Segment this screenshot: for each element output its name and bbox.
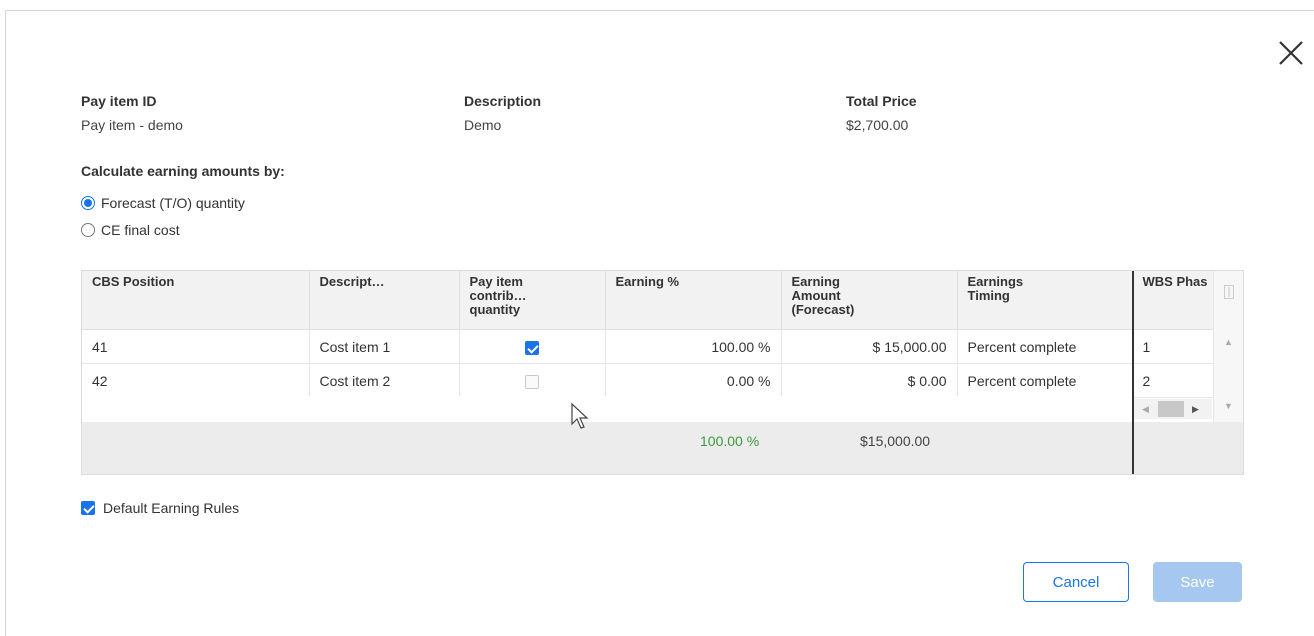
- radio-forecast-quantity[interactable]: Forecast (T/O) quantity: [81, 195, 245, 211]
- column-menu-icon[interactable]: [1224, 285, 1234, 299]
- default-earning-rules-label: Default Earning Rules: [103, 500, 240, 516]
- earning-table: CBS Position Descript… Pay item contrib… q…: [82, 271, 1219, 398]
- totals-row: [82, 422, 1243, 474]
- col-header-earnings-timing[interactable]: Earnings Timing: [957, 271, 1133, 330]
- cell-cbs[interactable]: 41: [82, 329, 310, 364]
- table-row[interactable]: 41 Cost item 1 100.00 % $ 15,000.00 Perc…: [82, 329, 1219, 364]
- col-header-description[interactable]: Descript…: [309, 271, 460, 330]
- scroll-left-icon[interactable]: ◀: [1142, 404, 1149, 415]
- table-header-row: CBS Position Descript… Pay item contrib… q…: [82, 271, 1219, 330]
- pay-item-id-field: Pay item ID Pay item - demo: [81, 93, 183, 133]
- col-header-earning-pct[interactable]: Earning %: [605, 271, 782, 330]
- radio-ce-indicator[interactable]: [81, 223, 95, 237]
- cell-description[interactable]: Cost item 1: [309, 329, 460, 364]
- cell-earning-amount[interactable]: $ 0.00: [781, 363, 958, 398]
- cell-earning-amount[interactable]: $ 15,000.00: [781, 329, 958, 364]
- total-price-field: Total Price $2,700.00: [846, 93, 917, 133]
- frozen-column-divider: [1132, 271, 1134, 474]
- scroll-down-icon[interactable]: ▼: [1224, 401, 1233, 411]
- cell-timing[interactable]: Percent complete: [957, 363, 1133, 398]
- description-label: Description: [464, 93, 542, 109]
- col-header-contributes[interactable]: Pay item contrib… quantity: [459, 271, 606, 330]
- radio-forecast-label: Forecast (T/O) quantity: [101, 195, 245, 211]
- save-button[interactable]: Save: [1153, 562, 1242, 602]
- calculate-by-label: Calculate earning amounts by:: [81, 163, 285, 179]
- cell-timing[interactable]: Percent complete: [957, 329, 1133, 364]
- total-earning-amount: $15,000.00: [860, 433, 931, 449]
- vertical-scrollbar[interactable]: ▲ ▼: [1213, 271, 1243, 422]
- description-value: Demo: [464, 117, 502, 133]
- contributes-checkbox[interactable]: [525, 340, 539, 355]
- total-price-label: Total Price: [846, 93, 917, 109]
- empty-row: [82, 396, 1132, 423]
- cell-wbs[interactable]: 1: [1132, 329, 1219, 364]
- horizontal-scroll-thumb[interactable]: [1158, 401, 1184, 417]
- pay-item-id-label: Pay item ID: [81, 93, 157, 109]
- contributes-checkbox[interactable]: [525, 374, 539, 389]
- cell-wbs[interactable]: 2: [1132, 363, 1219, 398]
- radio-forecast-indicator[interactable]: [81, 196, 95, 210]
- description-field: Description Demo: [464, 93, 541, 133]
- default-earning-rules[interactable]: Default Earning Rules: [81, 500, 239, 516]
- cell-earning-pct[interactable]: 0.00 %: [605, 363, 782, 398]
- total-earning-pct: 100.00 %: [700, 433, 760, 449]
- col-header-wbs-phase[interactable]: WBS Phas: [1132, 271, 1219, 330]
- col-header-cbs-position[interactable]: CBS Position: [82, 271, 310, 330]
- cell-earning-pct[interactable]: 100.00 %: [605, 329, 782, 364]
- cell-contributes[interactable]: [459, 329, 606, 364]
- earning-grid: CBS Position Descript… Pay item contrib… q…: [81, 270, 1244, 475]
- scroll-up-icon[interactable]: ▲: [1224, 337, 1233, 347]
- pay-item-id-value: Pay item - demo: [81, 117, 183, 133]
- table-row[interactable]: 42 Cost item 2 0.00 % $ 0.00 Percent com…: [82, 363, 1219, 398]
- total-price-value: $2,700.00: [846, 117, 909, 133]
- cell-cbs[interactable]: 42: [82, 363, 310, 398]
- default-earning-rules-checkbox[interactable]: [81, 501, 95, 515]
- radio-ce-final-cost[interactable]: CE final cost: [81, 222, 180, 238]
- cell-contributes[interactable]: [459, 363, 606, 398]
- mouse-pointer-icon: [570, 402, 590, 437]
- col-header-earning-amount[interactable]: Earning Amount (Forecast): [781, 271, 958, 330]
- scroll-right-icon[interactable]: ▶: [1192, 404, 1199, 415]
- radio-ce-label: CE final cost: [101, 222, 180, 238]
- cell-description[interactable]: Cost item 2: [309, 363, 460, 398]
- close-icon[interactable]: [1276, 38, 1306, 68]
- cancel-button[interactable]: Cancel: [1023, 562, 1129, 602]
